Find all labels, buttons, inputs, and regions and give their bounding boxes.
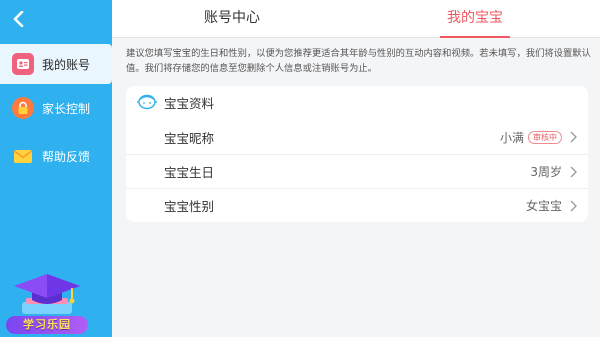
back-button[interactable] [6,6,32,32]
sidebar-item-parental-control[interactable]: 家长控制 [0,88,112,128]
sidebar: 我的账号 家长控制 帮助反馈 学习乐园 [0,0,112,337]
row-baby-gender[interactable]: 宝宝性别 女宝宝 [126,188,588,222]
mail-icon [12,145,34,167]
row-label: 宝宝昵称 [164,130,215,146]
card-header: 宝宝资料 [126,86,588,118]
row-value: 女宝宝 [525,199,562,213]
tab-bar: 账号中心 我的宝宝 [112,0,600,38]
card-title: 宝宝资料 [164,95,215,111]
lock-icon [12,97,34,119]
tab-label: 账号中心 [204,10,260,26]
account-icon [12,53,34,75]
sidebar-item-label: 帮助反馈 [42,149,91,164]
tab-active-indicator [440,36,510,38]
baby-profile-card: 宝宝资料 宝宝昵称 小满 审核中 宝宝生日 3周岁 宝宝性别 女宝宝 [126,86,588,222]
sidebar-item-label: 我的账号 [42,57,91,72]
row-value-wrap: 小满 审核中 [500,129,562,146]
graduation-cap-icon [14,274,80,314]
baby-face-icon [137,94,157,110]
tab-label: 我的宝宝 [447,10,503,26]
row-value: 小满 [499,130,524,145]
sidebar-item-label: 家长控制 [42,101,91,116]
status-badge: 审核中 [528,130,562,144]
tab-account-center[interactable]: 账号中心 [152,0,312,38]
learning-park-promo[interactable]: 学习乐园 [6,268,88,334]
chevron-right-icon [570,131,577,143]
row-baby-nickname[interactable]: 宝宝昵称 小满 审核中 [126,120,588,154]
row-label: 宝宝性别 [164,199,215,214]
privacy-notice: 建议您填写宝宝的生日和性别，以便为您推荐更适合其年龄与性别的互动内容和视频。若未… [126,48,591,74]
sidebar-item-my-account[interactable]: 我的账号 [0,44,112,84]
row-label: 宝宝生日 [164,165,215,180]
promo-label: 学习乐园 [6,316,88,334]
row-value: 3周岁 [530,165,562,179]
tab-my-baby[interactable]: 我的宝宝 [395,0,555,38]
sidebar-item-help-feedback[interactable]: 帮助反馈 [0,136,112,176]
chevron-left-icon [13,11,24,27]
chevron-right-icon [570,200,577,212]
row-baby-birthday[interactable]: 宝宝生日 3周岁 [126,154,588,188]
chevron-right-icon [570,166,577,178]
